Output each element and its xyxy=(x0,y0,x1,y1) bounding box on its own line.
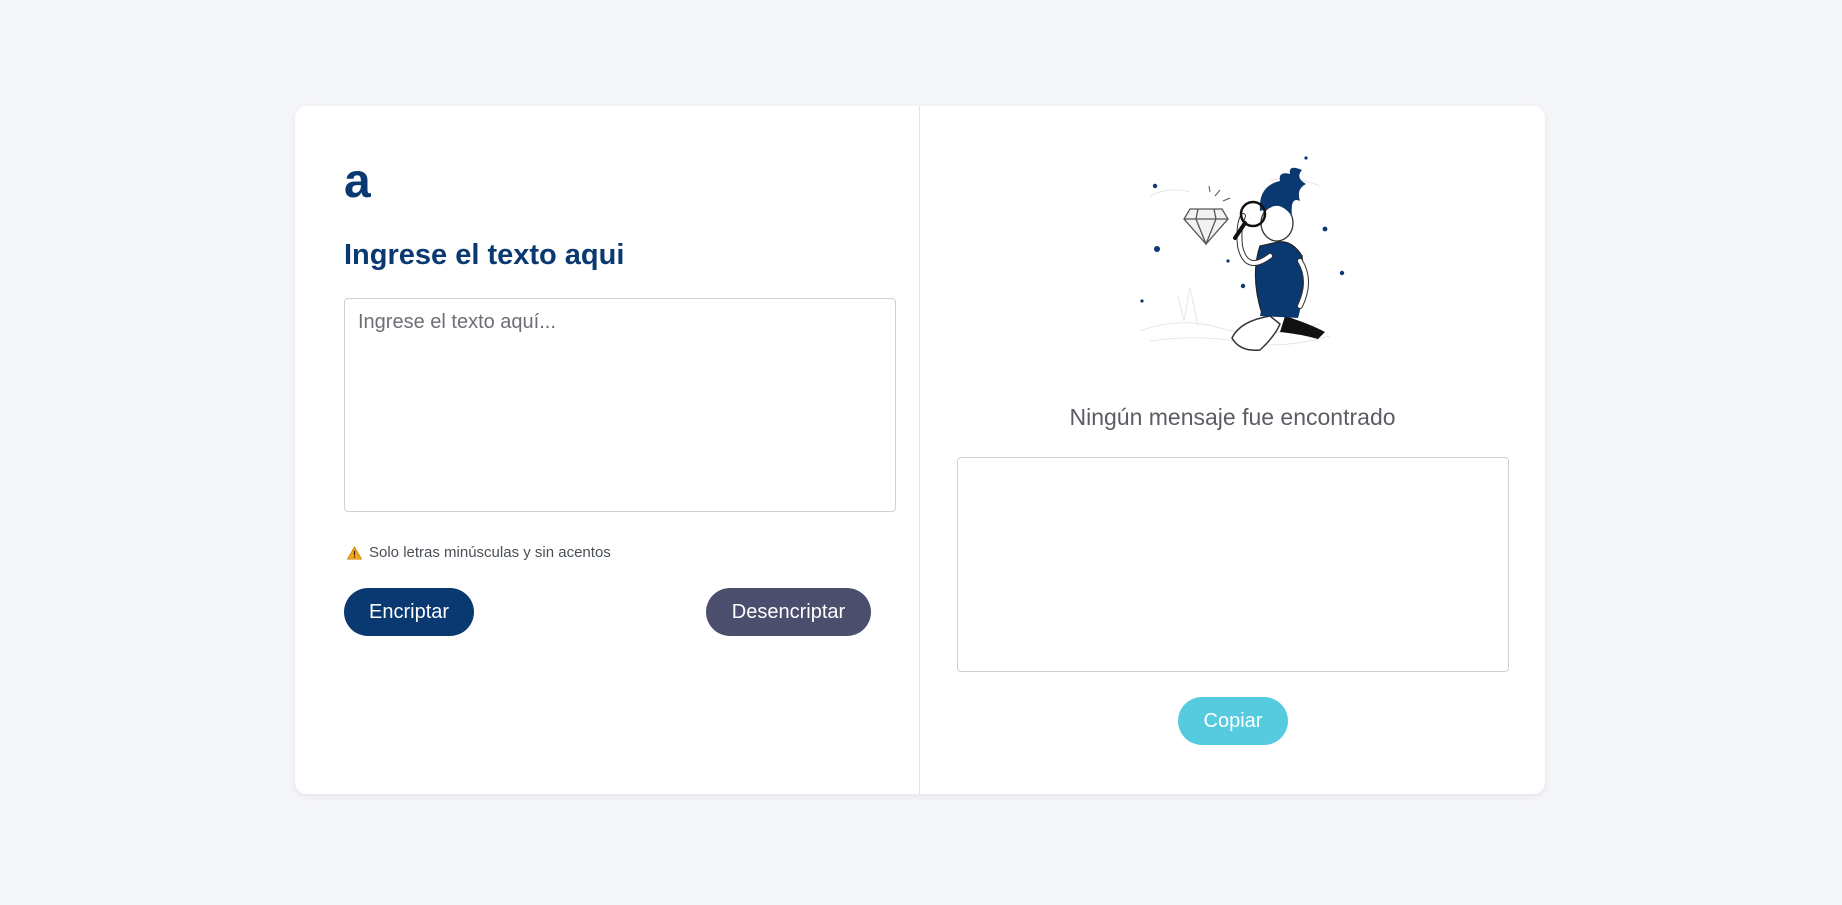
hint-text: Solo letras minúsculas y sin acentos xyxy=(369,544,611,561)
page-title: Ingrese el texto aqui xyxy=(344,239,625,271)
logo: a xyxy=(344,155,371,208)
output-panel: Ningún mensaje fue encontrado Copiar xyxy=(920,106,1545,794)
empty-message: Ningún mensaje fue encontrado xyxy=(1069,404,1396,430)
input-panel: a Ingrese el texto aqui Solo letras minú… xyxy=(295,106,920,794)
decrypt-button[interactable]: Desencriptar xyxy=(706,588,871,636)
warning-icon xyxy=(347,545,362,559)
text-input[interactable] xyxy=(344,298,896,512)
hint-row: Solo letras minúsculas y sin acentos xyxy=(347,544,611,561)
main-card: a Ingrese el texto aqui Solo letras minú… xyxy=(295,106,1545,794)
encrypt-button[interactable]: Encriptar xyxy=(344,588,474,636)
search-illustration xyxy=(1139,156,1345,351)
copy-button[interactable]: Copiar xyxy=(1178,697,1288,745)
output-text[interactable] xyxy=(957,457,1509,672)
